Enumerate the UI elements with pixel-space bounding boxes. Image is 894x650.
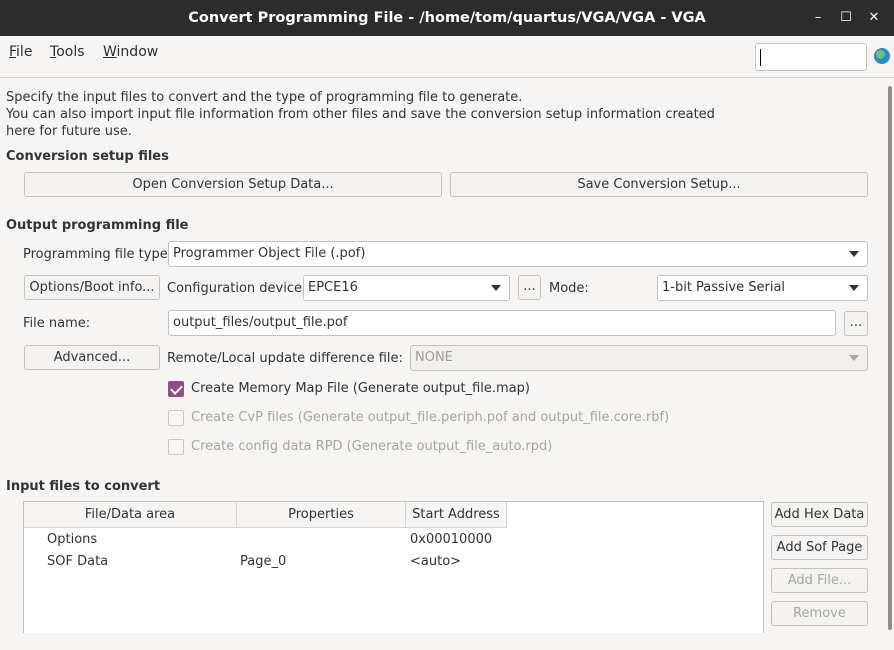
remove-button: Remove [771,601,868,626]
chevron-down-icon [849,251,859,257]
file-name-label: File name: [23,316,91,331]
save-conversion-setup-button[interactable]: Save Conversion Setup... [450,172,868,197]
cvp-files-label: Create CvP files (Generate output_file.p… [191,410,670,425]
menu-file[interactable]: File [9,44,32,60]
description-line-1: Specify the input files to convert and t… [6,90,523,105]
maximize-button[interactable]: ☐ [834,6,858,30]
description-text: Specify the input files to convert and t… [6,89,746,140]
remote-update-label: Remote/Local update difference file: [167,351,403,366]
file-name-input[interactable]: output_files/output_file.pof [168,310,836,336]
minimize-button[interactable]: – [806,6,830,30]
column-header-properties[interactable]: Properties [237,502,406,528]
memory-map-label: Create Memory Map File (Generate output_… [191,381,530,396]
conversion-setup-heading: Conversion setup files [6,149,169,164]
memory-map-checkbox[interactable] [168,381,184,397]
table-row-sof-area[interactable]: SOF Data [47,554,108,569]
window-title: Convert Programming File - /home/tom/qua… [188,10,706,26]
config-device-select[interactable]: EPCE16 [303,275,510,301]
chevron-down-icon [849,285,859,291]
add-hex-data-button[interactable]: Add Hex Data [771,502,868,527]
dialog-content: Specify the input files to convert and t… [0,79,888,633]
file-type-select[interactable]: Programmer Object File (.pof) [168,241,868,267]
mode-label: Mode: [549,281,589,296]
column-header-file-data-area[interactable]: File/Data area [24,502,237,528]
open-conversion-setup-button[interactable]: Open Conversion Setup Data... [24,172,442,197]
chevron-down-icon [849,355,859,361]
add-file-button: Add File... [771,568,868,593]
close-button[interactable]: ✕ [862,6,886,30]
table-row-options-address[interactable]: 0x00010000 [410,532,492,547]
output-file-heading: Output programming file [6,218,189,233]
chevron-down-icon [491,285,501,291]
table-row-options-area[interactable]: Options [47,532,97,547]
input-files-heading: Input files to convert [6,479,161,494]
options-boot-info-button[interactable]: Options/Boot info... [24,275,160,300]
file-type-value: Programmer Object File (.pof) [173,246,366,261]
browse-device-button[interactable]: ... [518,275,541,300]
globe-icon[interactable] [874,48,890,64]
input-files-table[interactable]: File/Data area Properties Start Address … [23,501,764,633]
status-bar [0,633,894,650]
mode-value: 1-bit Passive Serial [662,280,786,295]
remote-update-value: NONE [415,350,453,365]
config-device-label: Configuration device: [167,281,307,296]
add-sof-page-button[interactable]: Add Sof Page [771,535,868,560]
description-line-2: You can also import input file informati… [6,107,715,139]
column-header-start-address[interactable]: Start Address [406,502,507,528]
config-rpd-checkbox [168,439,184,455]
table-row-sof-properties[interactable]: Page_0 [240,554,286,569]
text-caret [760,49,761,66]
mode-select[interactable]: 1-bit Passive Serial [657,275,868,301]
menu-tools[interactable]: Tools [50,44,85,60]
menu-window[interactable]: Window [103,44,158,60]
menu-bar: File Tools Window [0,36,894,78]
config-device-value: EPCE16 [308,280,358,295]
config-rpd-label: Create config data RPD (Generate output_… [191,439,553,454]
advanced-button[interactable]: Advanced... [24,345,160,370]
search-input[interactable] [755,43,867,71]
cvp-files-checkbox [168,410,184,426]
title-bar: Convert Programming File - /home/tom/qua… [0,0,894,36]
vertical-scrollbar[interactable] [888,86,892,630]
table-row-sof-address[interactable]: <auto> [410,554,461,569]
browse-file-button[interactable]: ... [844,311,868,336]
remote-update-select: NONE [410,345,868,371]
file-type-label: Programming file type: [23,247,173,262]
